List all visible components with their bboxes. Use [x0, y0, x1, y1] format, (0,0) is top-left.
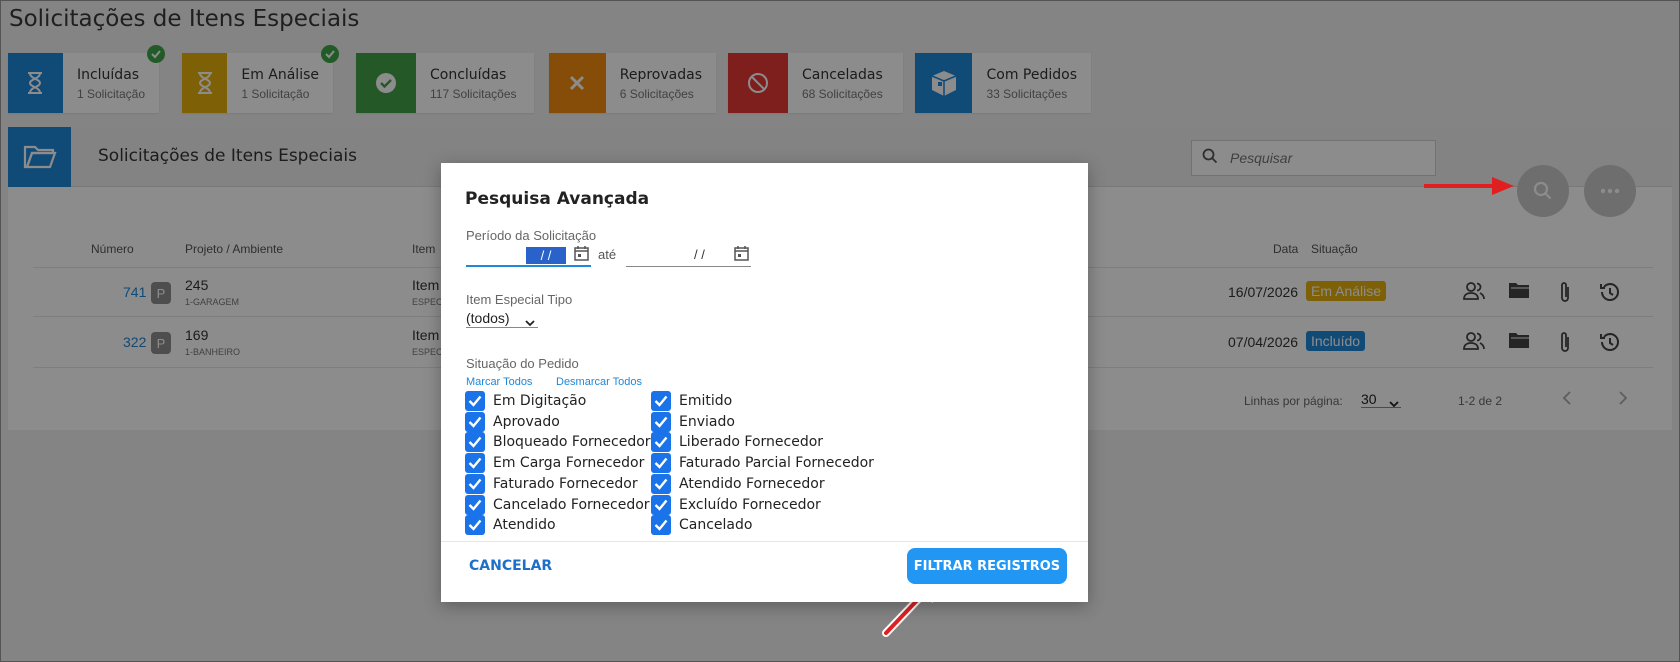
dialog-divider [441, 541, 1088, 542]
status-checkbox[interactable]: Em Carga Fornecedor [465, 453, 645, 474]
chevron-down-icon [525, 314, 535, 330]
item-tipo-label: Item Especial Tipo [466, 292, 573, 307]
checked-icon[interactable] [465, 473, 485, 494]
calendar-icon[interactable] [734, 245, 749, 266]
dialog-title: Pesquisa Avançada [465, 189, 650, 209]
checkbox-label: Atendido [493, 517, 556, 534]
cancel-button[interactable]: CANCELAR [469, 558, 552, 574]
item-tipo-select[interactable]: (todos) [466, 310, 538, 328]
status-checkbox[interactable]: Cancelado Fornecedor [465, 494, 650, 515]
red-arrow-annotation [1424, 177, 1514, 195]
checked-icon[interactable] [465, 453, 485, 474]
calendar-icon[interactable] [574, 245, 589, 266]
status-checkbox[interactable]: Em Digitação [465, 391, 586, 411]
checked-icon[interactable] [465, 411, 485, 432]
status-checkbox[interactable]: Atendido [465, 515, 556, 536]
date-to-value: / / [694, 247, 705, 262]
status-checkbox[interactable]: Faturado Fornecedor [465, 473, 638, 494]
status-checkbox[interactable]: Liberado Fornecedor [651, 432, 824, 453]
checked-icon[interactable] [465, 432, 485, 453]
checked-icon[interactable] [465, 494, 485, 515]
checkbox-label: Enviado [679, 413, 735, 430]
checked-icon[interactable] [651, 494, 671, 515]
desmarcar-todos-link[interactable]: Desmarcar Todos [556, 376, 642, 388]
date-from-selected: / / [526, 247, 566, 264]
advanced-search-dialog: Pesquisa Avançada Período da Solicitação… [441, 163, 1088, 602]
checkbox-label: Aprovado [493, 413, 560, 430]
checkbox-label: Emitido [679, 393, 733, 409]
checkbox-label: Faturado Parcial Fornecedor [679, 455, 874, 472]
checkbox-label: Atendido Fornecedor [679, 475, 825, 492]
status-checkbox[interactable]: Excluído Fornecedor [651, 494, 821, 515]
checkbox-label: Liberado Fornecedor [679, 434, 824, 451]
checked-icon[interactable] [651, 432, 671, 453]
checkbox-label: Em Carga Fornecedor [493, 455, 645, 472]
checked-icon[interactable] [651, 411, 671, 432]
checkbox-label: Cancelado [679, 517, 753, 534]
checked-icon[interactable] [651, 453, 671, 474]
status-checkbox[interactable]: Emitido [651, 391, 732, 411]
status-checkbox[interactable]: Cancelado [651, 515, 753, 536]
checkbox-label: Excluído Fornecedor [679, 496, 821, 513]
checkbox-label: Bloqueado Fornecedor [493, 434, 651, 451]
status-checkbox[interactable]: Atendido Fornecedor [651, 473, 825, 494]
date-to-input[interactable]: / / [626, 245, 751, 267]
status-checkbox[interactable]: Enviado [651, 411, 735, 432]
date-from-input[interactable]: / / [466, 245, 591, 267]
checkbox-label: Cancelado Fornecedor [493, 496, 650, 513]
checked-icon[interactable] [651, 391, 671, 411]
period-label: Período da Solicitação [466, 228, 597, 243]
item-tipo-value: (todos) [466, 310, 510, 326]
status-checkbox[interactable]: Aprovado [465, 411, 560, 432]
filter-records-button[interactable]: FILTRAR REGISTROS [907, 548, 1067, 584]
status-checkbox[interactable]: Faturado Parcial Fornecedor [651, 453, 874, 474]
situacao-label: Situação do Pedido [466, 356, 579, 371]
checked-icon[interactable] [651, 473, 671, 494]
ate-label: até [598, 247, 617, 262]
checked-icon[interactable] [465, 515, 485, 536]
status-checkbox[interactable]: Bloqueado Fornecedor [465, 432, 651, 453]
marcar-todos-link[interactable]: Marcar Todos [466, 376, 532, 388]
checked-icon[interactable] [651, 515, 671, 536]
checked-icon[interactable] [465, 391, 485, 411]
checkbox-label: Em Digitação [493, 393, 587, 409]
checkbox-label: Faturado Fornecedor [493, 475, 638, 492]
